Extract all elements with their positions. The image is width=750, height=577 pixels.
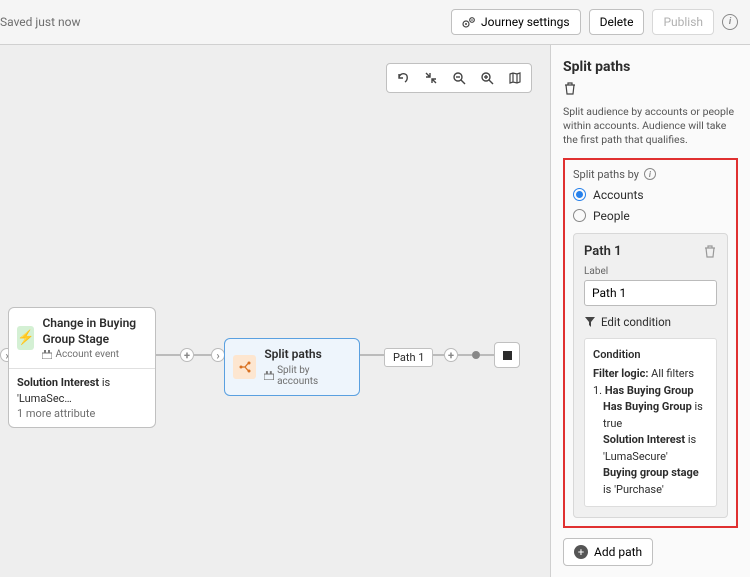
node-title: Change in Buying Group Stage [42, 316, 147, 347]
zoom-out-icon[interactable] [445, 68, 473, 88]
collapse-icon[interactable] [417, 68, 445, 88]
properties-panel: Split paths Split audience by accounts o… [550, 45, 750, 577]
journey-canvas[interactable]: › + › + ⚡ Change in Buying Group Stage A… [0, 45, 550, 577]
trash-icon [563, 81, 577, 95]
edge [156, 354, 180, 356]
plus-icon: + [574, 545, 588, 559]
edge [458, 354, 472, 356]
connector-dot-icon [472, 351, 480, 359]
map-icon[interactable] [501, 68, 529, 88]
label-caption: Label [584, 266, 717, 277]
undo-icon[interactable] [389, 68, 417, 88]
node-body: Solution Interest is 'LumaSec… 1 more at… [9, 368, 155, 427]
filter-icon [584, 316, 596, 328]
node-subtitle: Account event [42, 349, 147, 360]
panel-title: Split paths [563, 59, 738, 75]
delete-path-button[interactable] [703, 244, 717, 258]
edge [194, 354, 212, 356]
zoom-in-icon[interactable] [473, 68, 501, 88]
split-by-label: Split paths by i [573, 168, 728, 181]
radio-icon [573, 188, 586, 201]
connector-icon[interactable]: › [211, 348, 225, 362]
path-title: Path 1 [584, 244, 622, 259]
info-icon[interactable]: i [722, 14, 738, 30]
info-icon[interactable]: i [644, 168, 656, 180]
radio-icon [573, 209, 586, 222]
condition-summary: Condition Filter logic: All filters 1. H… [584, 338, 717, 508]
lightning-icon: ⚡ [17, 326, 34, 350]
journey-settings-button[interactable]: Journey settings [451, 9, 581, 35]
path-card: Path 1 Label Edit condition Condition Fi… [573, 233, 728, 519]
trash-icon [703, 244, 717, 258]
publish-button[interactable]: Publish [652, 9, 714, 35]
path-label-input[interactable] [584, 280, 717, 306]
highlighted-section: Split paths by i Accounts People Path 1 … [563, 158, 738, 529]
add-path-button[interactable]: + Add path [563, 538, 653, 566]
split-icon [233, 355, 256, 379]
panel-description: Split audience by accounts or people wit… [563, 105, 738, 148]
node-subtitle: Split by accounts [264, 365, 351, 387]
edge [360, 354, 384, 356]
edge [480, 354, 494, 356]
radio-people[interactable]: People [573, 209, 728, 223]
top-bar: Saved just now Journey settings Delete P… [0, 0, 750, 45]
delete-button[interactable]: Delete [589, 9, 645, 35]
saved-status: Saved just now [0, 15, 80, 29]
add-node-icon[interactable]: + [444, 348, 458, 362]
topbar-actions: Journey settings Delete Publish i [451, 9, 738, 35]
node-split-paths[interactable]: Split paths Split by accounts [224, 338, 360, 396]
canvas-toolbar [386, 63, 532, 93]
edit-condition-button[interactable]: Edit condition [584, 315, 717, 329]
end-node[interactable] [494, 342, 520, 368]
node-change-buying-group[interactable]: ⚡ Change in Buying Group Stage Account e… [8, 307, 156, 428]
add-node-icon[interactable]: + [180, 348, 194, 362]
radio-accounts[interactable]: Accounts [573, 188, 728, 202]
path-label-badge[interactable]: Path 1 [384, 348, 433, 367]
node-title: Split paths [264, 347, 351, 363]
gears-icon [462, 16, 476, 28]
delete-node-button[interactable] [563, 81, 738, 95]
